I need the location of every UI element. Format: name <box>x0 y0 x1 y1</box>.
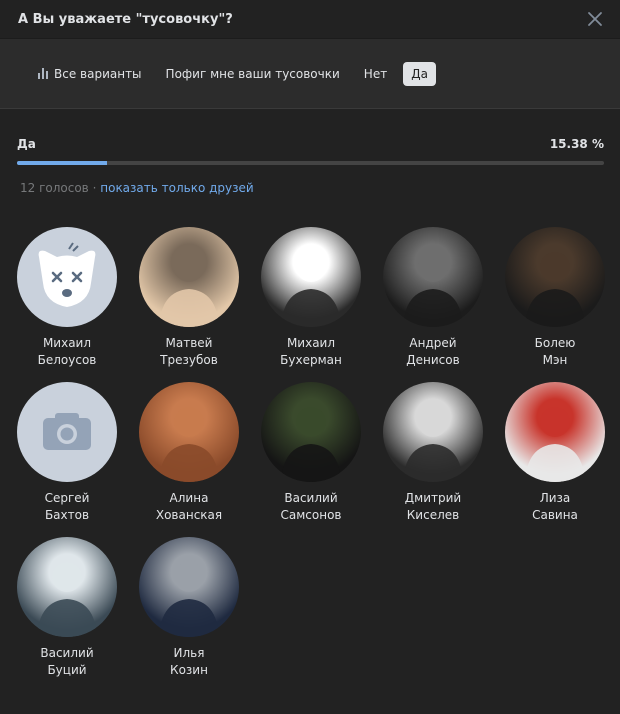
voter-first-name: Василий <box>40 646 94 660</box>
voter-card[interactable]: Алина Хованская <box>139 382 239 537</box>
modal-header: А Вы уважаете "тусовочку"? <box>0 0 620 38</box>
voter-last-name: Самсонов <box>280 508 342 522</box>
voter-card[interactable]: Михаил Бухерман <box>261 227 361 382</box>
voter-last-name: Буций <box>47 663 87 677</box>
voter-first-name: Михаил <box>42 336 92 350</box>
avatar[interactable] <box>139 227 239 327</box>
voter-last-name: Бухерман <box>280 353 342 367</box>
voter-first-name: Михаил <box>286 336 336 350</box>
tab-label: Нет <box>363 66 388 81</box>
avatar[interactable] <box>17 537 117 637</box>
voter-first-name: Андрей <box>409 336 457 350</box>
progress-bar <box>17 161 604 165</box>
stats-bars-icon <box>38 68 48 79</box>
voter-first-name: Алина <box>169 491 209 505</box>
voter-last-name: Денисов <box>406 353 460 367</box>
voter-first-name: Дмитрий <box>404 491 462 505</box>
default-dog-avatar-icon[interactable] <box>17 227 117 327</box>
voter-card[interactable]: Андрей Денисов <box>383 227 483 382</box>
voter-last-name: Бахтов <box>44 508 90 522</box>
tab-yes[interactable]: Да <box>403 61 436 86</box>
close-icon[interactable] <box>586 10 604 28</box>
voter-first-name: Лиза <box>539 491 571 505</box>
voter-card[interactable]: Василий Самсонов <box>261 382 361 537</box>
voter-card[interactable]: Болею Мэн <box>505 227 605 382</box>
poll-title: А Вы уважаете "тусовочку"? <box>18 11 233 27</box>
voter-name[interactable]: Михаил Белоусов <box>17 335 117 369</box>
progress-bar-fill <box>17 161 108 165</box>
avatar[interactable] <box>505 227 605 327</box>
avatar[interactable] <box>139 382 239 482</box>
meta-separator: · <box>92 181 97 195</box>
voter-last-name: Трезубов <box>160 353 218 367</box>
voter-card[interactable]: Лиза Савина <box>505 382 605 537</box>
voter-first-name: Сергей <box>44 491 90 505</box>
avatar[interactable] <box>261 227 361 327</box>
voter-name[interactable]: Михаил Бухерман <box>261 335 361 369</box>
avatar[interactable] <box>261 382 361 482</box>
votes-meta: 12 голосов · показать только друзей <box>17 181 604 195</box>
voter-last-name: Савина <box>532 508 578 522</box>
voter-name[interactable]: Алина Хованская <box>139 490 239 524</box>
voter-name[interactable]: Дмитрий Киселев <box>383 490 483 524</box>
voter-card[interactable]: Василий Буций <box>17 537 117 692</box>
tab-label: Все варианты <box>54 66 142 81</box>
voter-first-name: Василий <box>284 491 338 505</box>
answer-label: Да <box>17 137 36 151</box>
avatar[interactable] <box>383 382 483 482</box>
friends-only-link[interactable]: показать только друзей <box>100 181 253 195</box>
tab-label: Пофиг мне ваши тусовочки <box>165 66 340 81</box>
voter-name[interactable]: Матвей Трезубов <box>139 335 239 369</box>
avatar[interactable] <box>139 537 239 637</box>
avatar[interactable] <box>505 382 605 482</box>
voter-name[interactable]: Илья Козин <box>139 645 239 679</box>
voter-card[interactable]: Илья Козин <box>139 537 239 692</box>
tab-all-options[interactable]: Все варианты <box>30 62 150 86</box>
voter-name[interactable]: Болею Мэн <box>505 335 605 369</box>
voter-first-name: Болею <box>534 336 576 350</box>
voter-name[interactable]: Василий Буций <box>17 645 117 679</box>
voter-name[interactable]: Сергей Бахтов <box>17 490 117 524</box>
voter-card[interactable]: Сергей Бахтов <box>17 382 117 537</box>
tab-dont-care[interactable]: Пофиг мне ваши тусовочки <box>158 62 348 86</box>
voter-name[interactable]: Андрей Денисов <box>383 335 483 369</box>
voter-name[interactable]: Василий Самсонов <box>261 490 361 524</box>
voter-name[interactable]: Лиза Савина <box>505 490 605 524</box>
voters-grid: Михаил Белоусов Матвей Трезубов Михаил Бухе… <box>0 195 620 692</box>
votes-count: 12 голосов <box>20 181 89 195</box>
voter-card[interactable]: Дмитрий Киселев <box>383 382 483 537</box>
voter-first-name: Матвей <box>165 336 213 350</box>
voter-first-name: Илья <box>173 646 205 660</box>
default-camera-avatar-icon[interactable] <box>17 382 117 482</box>
avatar[interactable] <box>383 227 483 327</box>
voter-last-name: Хованская <box>155 508 223 522</box>
voter-last-name: Белоусов <box>37 353 97 367</box>
voter-card[interactable]: Матвей Трезубов <box>139 227 239 382</box>
result-row: Да 15.38 % <box>17 137 604 151</box>
voter-card[interactable]: Михаил Белоусов <box>17 227 117 382</box>
answer-percent: 15.38 % <box>549 137 604 151</box>
tab-label: Да <box>411 66 428 81</box>
voter-last-name: Козин <box>170 663 208 677</box>
answer-tabs: Все варианты Пофиг мне ваши тусовочки Не… <box>0 38 620 109</box>
voter-last-name: Киселев <box>406 508 460 522</box>
voter-last-name: Мэн <box>542 353 568 367</box>
tab-no[interactable]: Нет <box>356 62 395 86</box>
result-section: Да 15.38 % 12 голосов · показать только … <box>0 109 620 195</box>
